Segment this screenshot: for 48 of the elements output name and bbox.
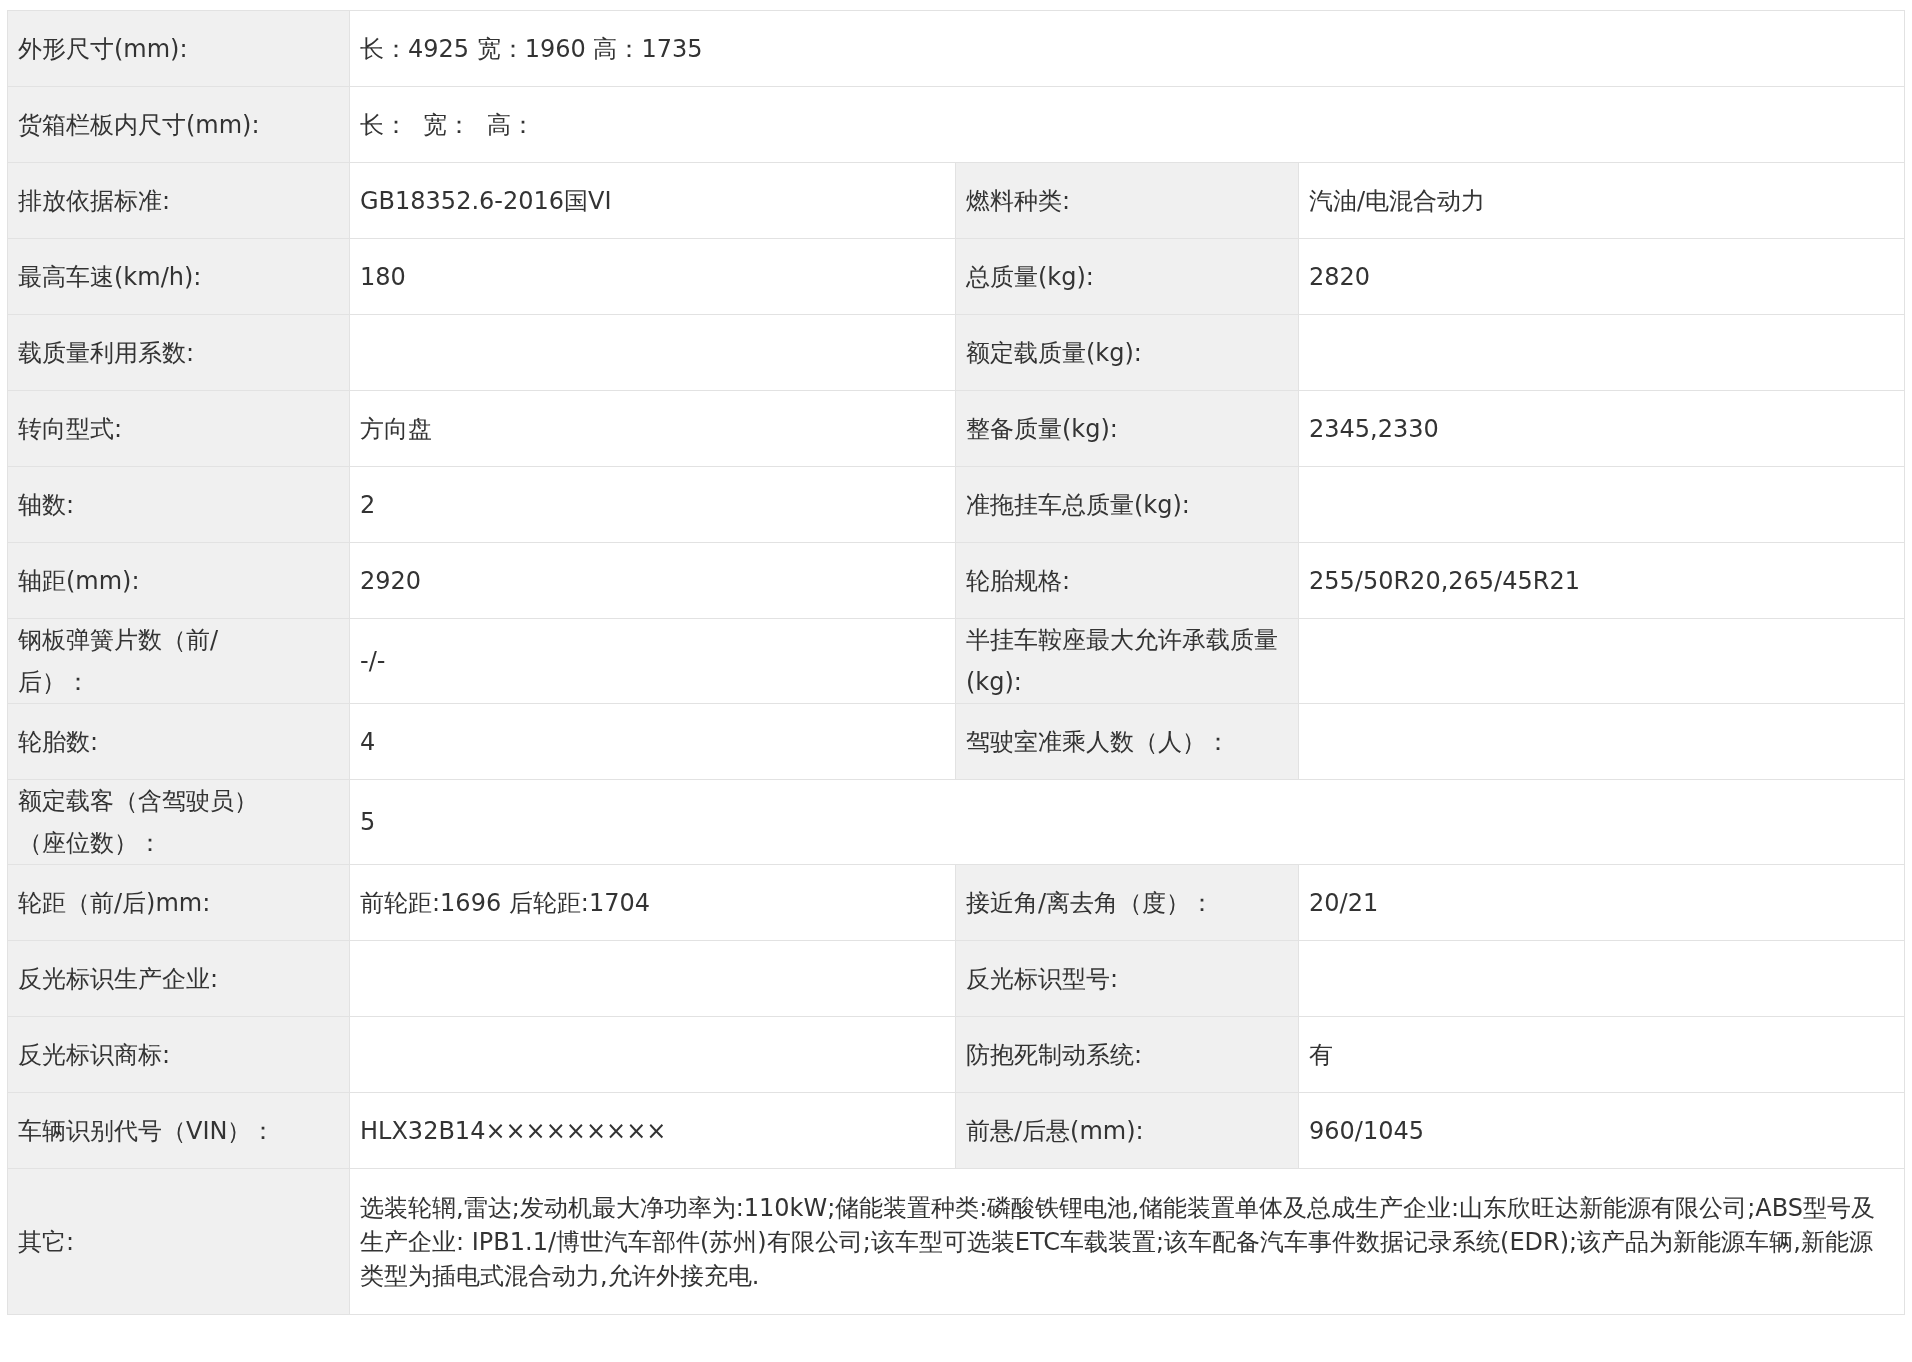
field-label: 轮距（前/后)mm: bbox=[8, 865, 350, 941]
field-label: 反光标识生产企业: bbox=[8, 941, 350, 1017]
field-label: 总质量(kg): bbox=[956, 239, 1299, 315]
field-value: 255/50R20,265/45R21 bbox=[1299, 543, 1905, 619]
field-label: 整备质量(kg): bbox=[956, 391, 1299, 467]
field-label: 转向型式: bbox=[8, 391, 350, 467]
field-label: 轮胎数: bbox=[8, 704, 350, 780]
field-label: 反光标识商标: bbox=[8, 1017, 350, 1093]
field-label: 排放依据标准: bbox=[8, 163, 350, 239]
field-value: 2345,2330 bbox=[1299, 391, 1905, 467]
field-label: 反光标识型号: bbox=[956, 941, 1299, 1017]
field-value: 前轮距:1696 后轮距:1704 bbox=[350, 865, 956, 941]
field-value: -/- bbox=[350, 619, 956, 704]
field-label: 钢板弹簧片数（前/后）： bbox=[8, 619, 350, 704]
field-label: 驾驶室准乘人数（人）： bbox=[956, 704, 1299, 780]
field-value: 2820 bbox=[1299, 239, 1905, 315]
field-value: 180 bbox=[350, 239, 956, 315]
field-label: 燃料种类: bbox=[956, 163, 1299, 239]
field-value: 960/1045 bbox=[1299, 1093, 1905, 1169]
field-label: 最高车速(km/h): bbox=[8, 239, 350, 315]
field-label: 轴数: bbox=[8, 467, 350, 543]
field-label: 前悬/后悬(mm): bbox=[956, 1093, 1299, 1169]
field-label: 轮胎规格: bbox=[956, 543, 1299, 619]
field-value: 方向盘 bbox=[350, 391, 956, 467]
field-value: 4 bbox=[350, 704, 956, 780]
field-value: GB18352.6-2016国VI bbox=[350, 163, 956, 239]
field-label: 额定载质量(kg): bbox=[956, 315, 1299, 391]
field-label: 外形尺寸(mm): bbox=[8, 11, 350, 87]
field-value: 2 bbox=[350, 467, 956, 543]
field-label: 半挂车鞍座最大允许承载质量(kg): bbox=[956, 619, 1299, 704]
field-value: 长： 宽： 高： bbox=[350, 87, 1905, 163]
field-value: 汽油/电混合动力 bbox=[1299, 163, 1905, 239]
field-label: 额定载客（含驾驶员）（座位数）： bbox=[8, 780, 350, 865]
field-label: 准拖挂车总质量(kg): bbox=[956, 467, 1299, 543]
field-label: 载质量利用系数: bbox=[8, 315, 350, 391]
field-value: 长：4925 宽：1960 高：1735 bbox=[350, 11, 1905, 87]
field-label: 车辆识别代号（VIN）： bbox=[8, 1093, 350, 1169]
field-value: 2920 bbox=[350, 543, 956, 619]
field-label: 接近角/离去角（度）： bbox=[956, 865, 1299, 941]
field-value: HLX32B14××××××××× bbox=[350, 1093, 956, 1169]
field-value: 5 bbox=[350, 780, 1905, 865]
field-value: 有 bbox=[1299, 1017, 1905, 1093]
field-label: 防抱死制动系统: bbox=[956, 1017, 1299, 1093]
field-label: 货箱栏板内尺寸(mm): bbox=[8, 87, 350, 163]
field-label: 轴距(mm): bbox=[8, 543, 350, 619]
field-value: 20/21 bbox=[1299, 865, 1905, 941]
field-value: 选装轮辋,雷达;发动机最大净功率为:110kW;储能装置种类:磷酸铁锂电池,储能装置单体及总成生产企业:山东欣旺达新能源有限公司;ABS型号及生产企业: IPB1.1/博世汽车部件(苏州)有限公司;该车型可选装ETC车载装置;该车配备汽车事件数据记录系统(EDR);该产品为新能源车辆,新能源类型为插电式混合动力,允许外接充电. bbox=[350, 1169, 1905, 1315]
field-label: 其它: bbox=[8, 1169, 350, 1315]
